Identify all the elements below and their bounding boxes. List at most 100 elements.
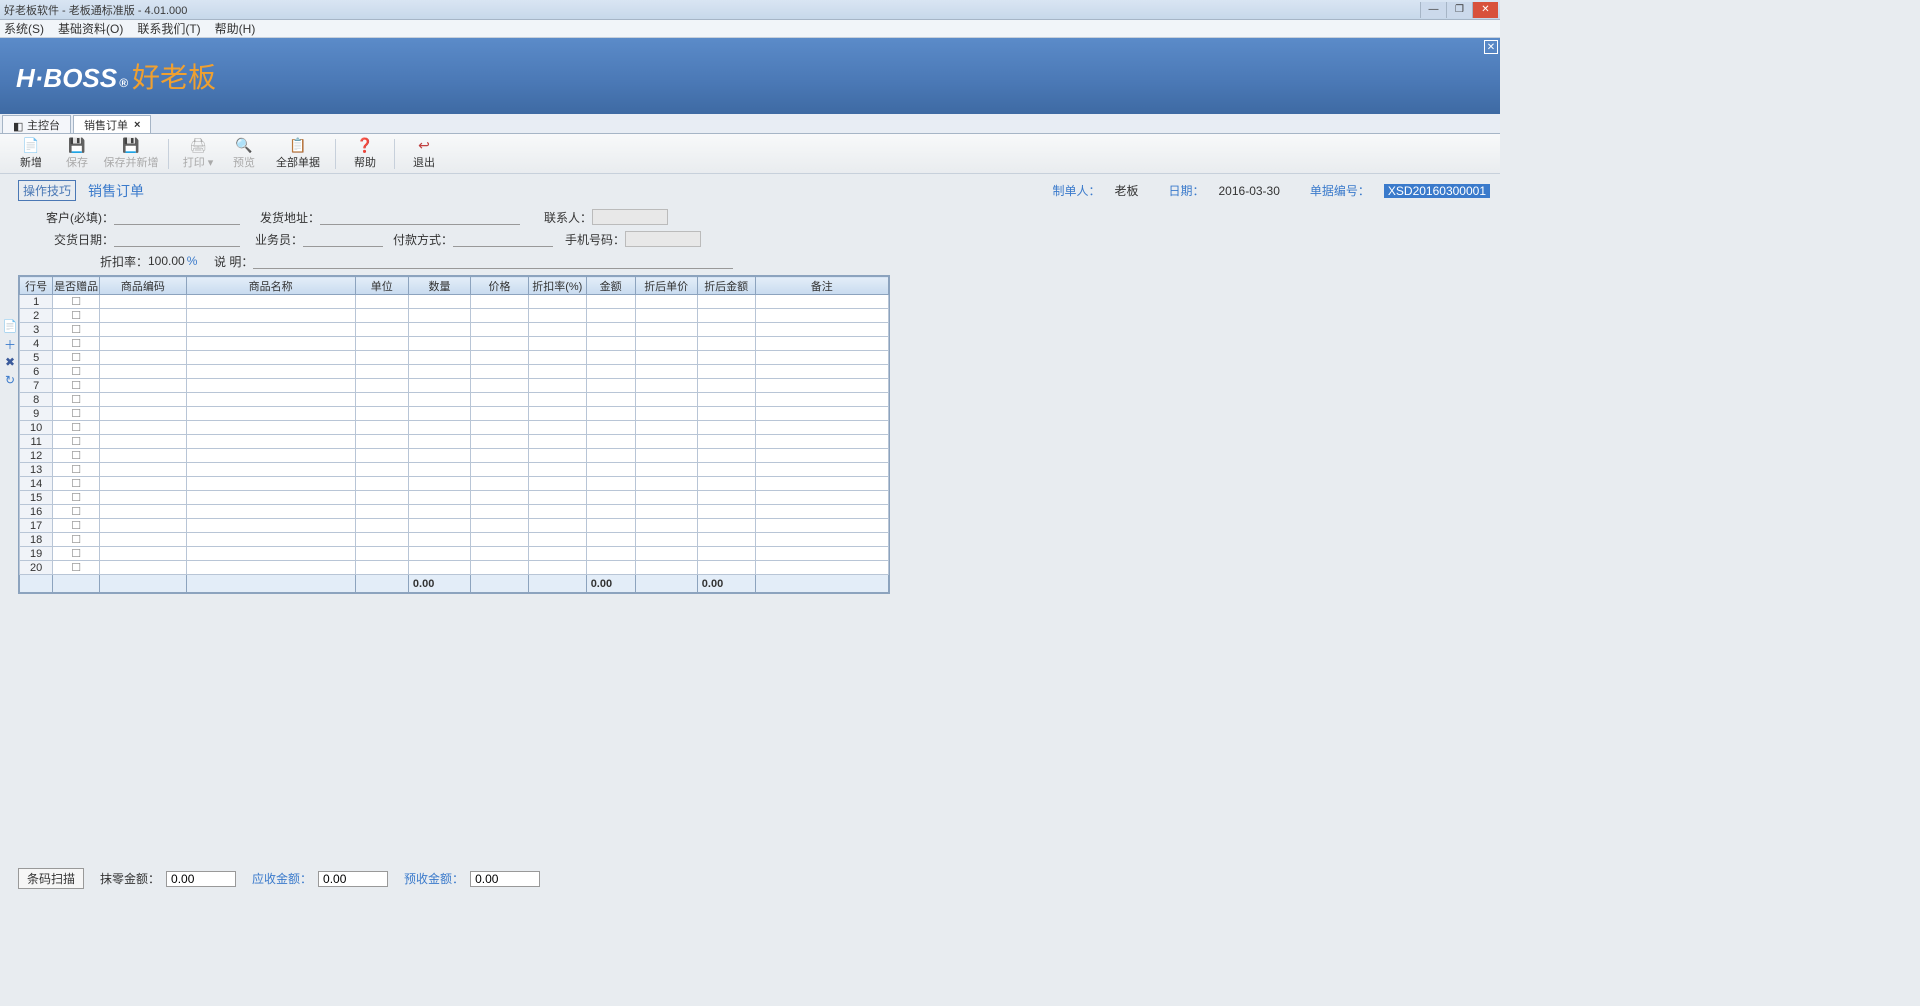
cell[interactable] <box>408 309 470 323</box>
cell[interactable]: 13 <box>20 463 53 477</box>
cell[interactable]: 16 <box>20 505 53 519</box>
payment-input[interactable] <box>453 231 553 247</box>
cell[interactable] <box>528 491 586 505</box>
cell[interactable] <box>586 505 635 519</box>
cell[interactable] <box>755 547 888 561</box>
cell[interactable] <box>355 351 408 365</box>
col-header[interactable]: 是否赠品 <box>53 277 100 295</box>
cell[interactable] <box>586 547 635 561</box>
cell[interactable] <box>355 519 408 533</box>
cell[interactable] <box>586 435 635 449</box>
toolbar-帮助[interactable]: ❓帮助 <box>342 136 388 172</box>
cell[interactable] <box>528 505 586 519</box>
cell[interactable] <box>635 365 697 379</box>
cell[interactable] <box>755 435 888 449</box>
cell[interactable] <box>697 519 755 533</box>
cell[interactable] <box>697 365 755 379</box>
row-action-0[interactable]: 📄 <box>3 319 17 333</box>
cell[interactable]: 17 <box>20 519 53 533</box>
cell[interactable] <box>586 519 635 533</box>
cell[interactable] <box>697 421 755 435</box>
cell[interactable] <box>408 351 470 365</box>
cell[interactable] <box>355 505 408 519</box>
col-header[interactable]: 备注 <box>755 277 888 295</box>
cell[interactable] <box>586 323 635 337</box>
cell[interactable] <box>635 393 697 407</box>
cell[interactable] <box>100 561 187 575</box>
table-row[interactable]: 5 <box>20 351 889 365</box>
cell[interactable] <box>100 379 187 393</box>
cell[interactable] <box>53 519 100 533</box>
cell[interactable] <box>635 295 697 309</box>
cell[interactable] <box>53 477 100 491</box>
menu-item-2[interactable]: 联系我们(T) <box>137 20 200 37</box>
cell[interactable] <box>408 435 470 449</box>
toolbar-退出[interactable]: ↩退出 <box>401 136 447 172</box>
close-button[interactable]: ✕ <box>1472 2 1498 18</box>
col-header[interactable]: 商品编码 <box>100 277 187 295</box>
cell[interactable]: 2 <box>20 309 53 323</box>
cell[interactable] <box>408 421 470 435</box>
col-header[interactable]: 折后金额 <box>697 277 755 295</box>
cell[interactable] <box>586 393 635 407</box>
cell[interactable] <box>586 421 635 435</box>
cell[interactable] <box>53 379 100 393</box>
cell[interactable] <box>586 295 635 309</box>
cell[interactable] <box>755 323 888 337</box>
cell[interactable] <box>586 337 635 351</box>
cell[interactable] <box>528 379 586 393</box>
cell[interactable] <box>528 309 586 323</box>
cell[interactable] <box>471 407 529 421</box>
cell[interactable] <box>100 449 187 463</box>
cell[interactable] <box>355 337 408 351</box>
cell[interactable] <box>471 393 529 407</box>
cell[interactable] <box>53 407 100 421</box>
cell[interactable] <box>408 393 470 407</box>
cell[interactable] <box>697 463 755 477</box>
cell[interactable] <box>53 309 100 323</box>
cell[interactable] <box>755 295 888 309</box>
cell[interactable] <box>586 561 635 575</box>
cell[interactable] <box>100 351 187 365</box>
cell[interactable] <box>528 295 586 309</box>
cell[interactable] <box>53 365 100 379</box>
cell[interactable] <box>697 393 755 407</box>
cell[interactable] <box>355 491 408 505</box>
cell[interactable] <box>408 295 470 309</box>
round-input[interactable] <box>166 871 236 887</box>
cell[interactable] <box>186 295 355 309</box>
cell[interactable] <box>697 337 755 351</box>
cell[interactable] <box>528 365 586 379</box>
cell[interactable] <box>53 323 100 337</box>
cell[interactable] <box>355 449 408 463</box>
cell[interactable] <box>355 477 408 491</box>
col-header[interactable]: 金额 <box>586 277 635 295</box>
banner-close-icon[interactable]: ✕ <box>1484 40 1498 54</box>
cell[interactable] <box>755 449 888 463</box>
cell[interactable] <box>635 337 697 351</box>
cell[interactable] <box>355 407 408 421</box>
cell[interactable] <box>586 351 635 365</box>
cell[interactable] <box>100 337 187 351</box>
cell[interactable]: 12 <box>20 449 53 463</box>
cell[interactable] <box>100 547 187 561</box>
cell[interactable] <box>100 421 187 435</box>
cell[interactable] <box>53 295 100 309</box>
cell[interactable] <box>100 323 187 337</box>
cell[interactable] <box>586 309 635 323</box>
cell[interactable] <box>408 337 470 351</box>
cell[interactable] <box>408 323 470 337</box>
cell[interactable] <box>528 463 586 477</box>
cell[interactable] <box>408 449 470 463</box>
cell[interactable] <box>186 477 355 491</box>
cell[interactable] <box>53 533 100 547</box>
cell[interactable] <box>635 491 697 505</box>
cell[interactable] <box>697 491 755 505</box>
cell[interactable] <box>53 351 100 365</box>
cell[interactable] <box>355 463 408 477</box>
cell[interactable] <box>528 519 586 533</box>
table-row[interactable]: 13 <box>20 463 889 477</box>
table-row[interactable]: 9 <box>20 407 889 421</box>
cell[interactable] <box>697 323 755 337</box>
cell[interactable] <box>635 309 697 323</box>
